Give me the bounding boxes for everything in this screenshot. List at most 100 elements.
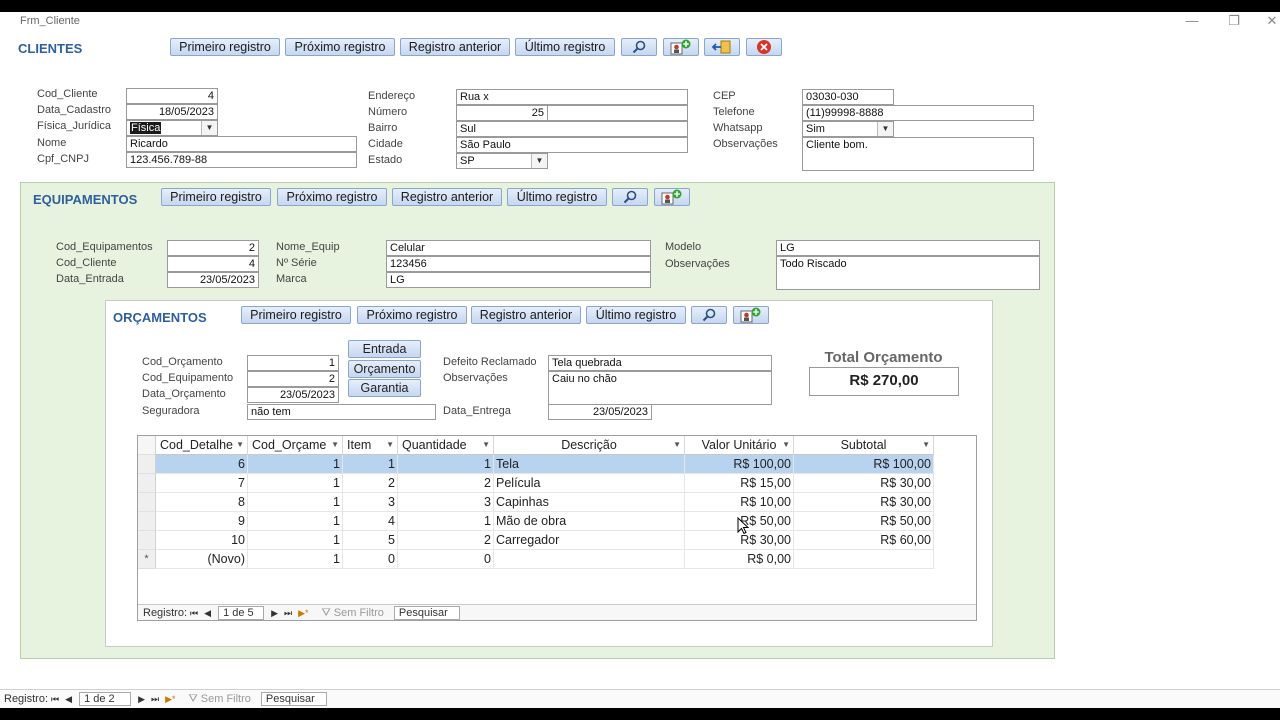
- sort-dropdown-icon[interactable]: ▼: [386, 436, 394, 454]
- clientes-last-button[interactable]: Último registro: [515, 38, 615, 56]
- grid-header-6[interactable]: Subtotal ▼: [794, 436, 934, 455]
- grid-cell[interactable]: R$ 10,00: [685, 493, 794, 512]
- grid-cell[interactable]: 1: [248, 455, 343, 474]
- clientes-first-button[interactable]: Primeiro registro: [170, 38, 280, 56]
- observacoes-field[interactable]: Cliente bom.: [802, 137, 1034, 171]
- clientes-search-button[interactable]: [621, 38, 657, 56]
- equipamentos-first-button[interactable]: Primeiro registro: [161, 188, 271, 206]
- grid-nav-position[interactable]: 1 de 5: [218, 606, 265, 620]
- grid-cell[interactable]: R$ 15,00: [685, 474, 794, 493]
- grid-cell[interactable]: 1: [248, 531, 343, 550]
- grid-cell[interactable]: R$ 30,00: [794, 474, 934, 493]
- clientes-previous-button[interactable]: Registro anterior: [400, 38, 510, 56]
- marca-field[interactable]: LG: [386, 272, 651, 288]
- n-serie-field[interactable]: 123456: [386, 256, 651, 272]
- cod-equipamentos-field[interactable]: 2: [167, 240, 259, 256]
- clientes-exit-button[interactable]: [704, 38, 740, 56]
- grid-header-2[interactable]: Item ▼: [343, 436, 398, 455]
- grid-cell[interactable]: 0: [398, 550, 494, 569]
- grid-cell[interactable]: 1: [398, 455, 494, 474]
- orcamentos-add-button[interactable]: [733, 306, 769, 324]
- orcamento-button[interactable]: Orçamento: [348, 360, 421, 378]
- grid-header-3[interactable]: Quantidade ▼: [398, 436, 494, 455]
- grid-cell[interactable]: R$ 100,00: [794, 455, 934, 474]
- defeito-reclamado-field[interactable]: Tela quebrada: [548, 355, 772, 371]
- whatsapp-select[interactable]: Sim ▼: [802, 121, 894, 137]
- cep-field[interactable]: 03030-030: [802, 89, 894, 105]
- numero-field[interactable]: 25: [456, 105, 548, 121]
- grid-cell[interactable]: 5: [343, 531, 398, 550]
- main-search-input[interactable]: Pesquisar: [260, 692, 327, 706]
- row-selector[interactable]: [138, 512, 156, 531]
- equipamentos-add-button[interactable]: [654, 188, 690, 206]
- row-selector[interactable]: [138, 493, 156, 512]
- sort-dropdown-icon[interactable]: ▼: [236, 436, 244, 454]
- data-entrega-field[interactable]: 23/05/2023: [548, 404, 652, 420]
- grid-cell[interactable]: 6: [156, 455, 248, 474]
- modelo-field[interactable]: LG: [776, 240, 1040, 256]
- bairro-field[interactable]: Sul: [456, 121, 688, 137]
- grid-cell[interactable]: 3: [398, 493, 494, 512]
- minimize-button[interactable]: —: [1182, 12, 1202, 32]
- new-record-icon[interactable]: ▶*: [165, 694, 175, 705]
- grid-cell[interactable]: 8: [156, 493, 248, 512]
- endereco-field[interactable]: Rua x: [456, 89, 688, 105]
- orcamentos-previous-button[interactable]: Registro anterior: [471, 306, 581, 324]
- grid-cell[interactable]: 0: [343, 550, 398, 569]
- grid-cell[interactable]: 7: [156, 474, 248, 493]
- garantia-button[interactable]: Garantia: [348, 379, 421, 397]
- entrada-button[interactable]: Entrada: [348, 340, 421, 358]
- orcamentos-search-button[interactable]: [691, 306, 727, 324]
- orc-observacoes-field[interactable]: Caiu no chão: [548, 371, 772, 405]
- main-nav-position[interactable]: 1 de 2: [79, 692, 132, 706]
- grid-cell[interactable]: 1: [343, 455, 398, 474]
- grid-cell[interactable]: 3: [343, 493, 398, 512]
- data-entrada-field[interactable]: 23/05/2023: [167, 272, 259, 288]
- grid-cell[interactable]: 1: [248, 512, 343, 531]
- grid-cell[interactable]: 2: [343, 474, 398, 493]
- equip-observacoes-field[interactable]: Todo Riscado: [776, 256, 1040, 290]
- chevron-down-icon[interactable]: ▼: [201, 121, 217, 135]
- row-selector[interactable]: [138, 531, 156, 550]
- data-orcamento-field[interactable]: 23/05/2023: [247, 387, 339, 403]
- grid-cell[interactable]: 2: [398, 474, 494, 493]
- fisica-juridica-select[interactable]: Física ▼: [126, 120, 218, 136]
- grid-cell[interactable]: [794, 550, 934, 569]
- grid-cell[interactable]: Carregador: [494, 531, 685, 550]
- grid-cell[interactable]: 1: [248, 474, 343, 493]
- cod-equipamento-field[interactable]: 2: [247, 371, 339, 387]
- orcamentos-next-button[interactable]: Próximo registro: [357, 306, 467, 324]
- orcamentos-first-button[interactable]: Primeiro registro: [241, 306, 351, 324]
- nome-field[interactable]: Ricardo: [126, 136, 357, 152]
- grid-cell[interactable]: 2: [398, 531, 494, 550]
- new-record-icon[interactable]: ▶*: [298, 608, 308, 619]
- grid-cell[interactable]: 1: [248, 550, 343, 569]
- clientes-add-button[interactable]: [663, 38, 699, 56]
- last-record-icon[interactable]: ⏭: [284, 608, 292, 619]
- data-cadastro-field[interactable]: 18/05/2023: [126, 104, 218, 120]
- equipamentos-search-button[interactable]: [612, 188, 648, 206]
- sort-dropdown-icon[interactable]: ▼: [922, 436, 930, 454]
- grid-cell[interactable]: 10: [156, 531, 248, 550]
- chevron-down-icon[interactable]: ▼: [531, 154, 547, 168]
- grid-cell[interactable]: R$ 50,00: [794, 512, 934, 531]
- clientes-next-button[interactable]: Próximo registro: [285, 38, 395, 56]
- grid-cell[interactable]: Película: [494, 474, 685, 493]
- grid-header-4[interactable]: Descrição ▼: [494, 436, 685, 455]
- grid-cell[interactable]: 9: [156, 512, 248, 531]
- first-record-icon[interactable]: ⏮: [51, 694, 59, 705]
- grid-cell[interactable]: R$ 100,00: [685, 455, 794, 474]
- sort-dropdown-icon[interactable]: ▼: [482, 436, 490, 454]
- row-selector[interactable]: *: [138, 550, 156, 569]
- main-filter-button[interactable]: Sem Filtro: [201, 693, 251, 705]
- sort-dropdown-icon[interactable]: ▼: [673, 436, 681, 454]
- chevron-down-icon[interactable]: ▼: [877, 122, 893, 136]
- grid-header-1[interactable]: Cod_Orçame ▼: [248, 436, 343, 455]
- cod-orcamento-field[interactable]: 1: [247, 355, 339, 371]
- grid-filter-button[interactable]: Sem Filtro: [334, 607, 384, 619]
- telefone-field[interactable]: (11)99998-8888: [802, 105, 1034, 121]
- grid-cell[interactable]: R$ 60,00: [794, 531, 934, 550]
- grid-header-5[interactable]: Valor Unitário ▼: [685, 436, 794, 455]
- grid-cell[interactable]: (Novo): [156, 550, 248, 569]
- last-record-icon[interactable]: ⏭: [151, 694, 159, 705]
